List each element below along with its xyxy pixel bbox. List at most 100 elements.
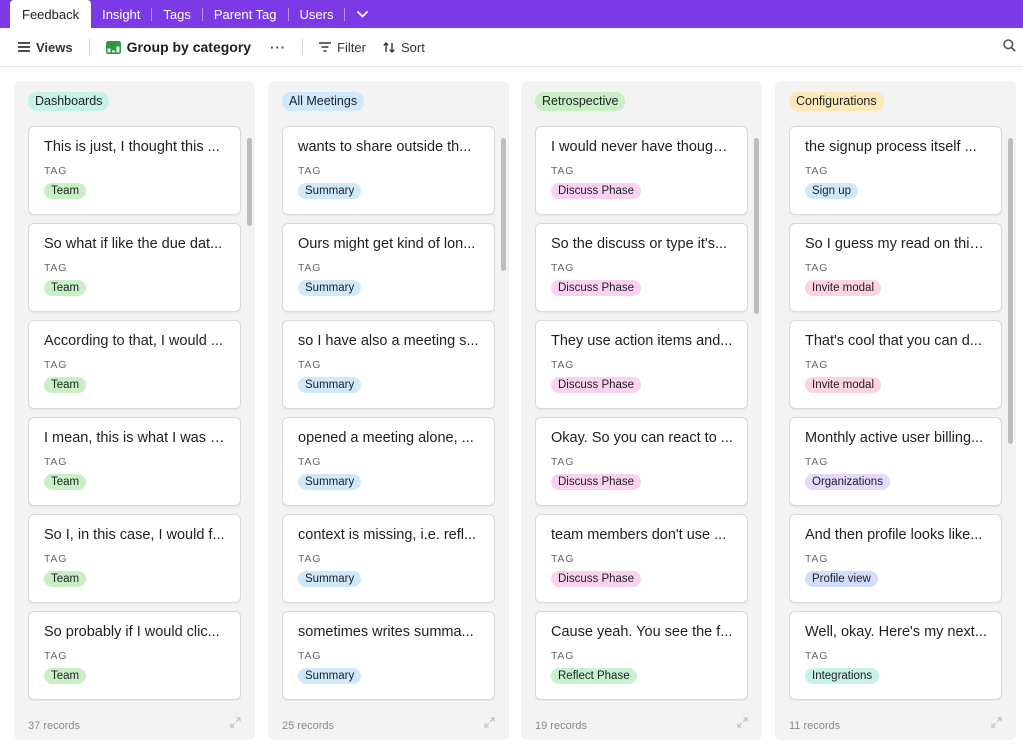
- card-title: Well, okay. Here's my next...: [805, 624, 987, 640]
- column-configurations: Configurations the signup process itself …: [775, 81, 1016, 740]
- view-options-button[interactable]: ···: [270, 40, 286, 55]
- record-card[interactable]: I mean, this is what I was t... TAG Team: [28, 417, 241, 506]
- views-label: Views: [36, 39, 73, 55]
- tag-field: Reflect Phase: [551, 666, 733, 684]
- expand-column-icon[interactable]: [484, 717, 495, 728]
- tag-pill: Profile view: [805, 571, 878, 587]
- column-header[interactable]: Configurations: [789, 92, 884, 111]
- card-list[interactable]: the signup process itself ... TAG Sign up S…: [789, 126, 1002, 701]
- record-card[interactable]: so I have also a meeting s... TAG Summary: [282, 320, 495, 409]
- tag-pill: Organizations: [805, 474, 890, 490]
- tag-pill: Integrations: [805, 668, 880, 684]
- record-card[interactable]: Monthly active user billing... TAG Organiz…: [789, 417, 1002, 506]
- card-title: So I, in this case, I would f...: [44, 527, 225, 543]
- hamburger-icon: [18, 42, 30, 52]
- record-card[interactable]: Okay. So you can react to ... TAG Discuss …: [535, 417, 748, 506]
- field-label: TAG: [298, 262, 322, 274]
- record-card[interactable]: Cause yeah. You see the f... TAG Reflect P…: [535, 611, 748, 700]
- field-label: TAG: [805, 553, 829, 565]
- record-card[interactable]: sometimes writes summa... TAG Summary: [282, 611, 495, 700]
- expand-column-icon[interactable]: [737, 717, 748, 728]
- field-label: TAG: [551, 165, 575, 177]
- card-title: So probably if I would clic...: [44, 624, 220, 640]
- record-card[interactable]: That's cool that you can d... TAG Invite m…: [789, 320, 1002, 409]
- record-card[interactable]: I would never have though... TAG Discuss P…: [535, 126, 748, 215]
- record-card[interactable]: So I guess my read on this... TAG Invite m…: [789, 223, 1002, 312]
- field-label: TAG: [298, 553, 322, 565]
- card-list[interactable]: wants to share outside th... TAG Summary Ou…: [282, 126, 495, 701]
- card-title: Ours might get kind of lon...: [298, 236, 476, 252]
- tag-field: Discuss Phase: [551, 375, 733, 393]
- record-count: 11 records: [789, 720, 841, 732]
- more-icon: ···: [270, 39, 287, 55]
- card-list[interactable]: This is just, I thought this ... TAG Team S…: [28, 126, 241, 701]
- record-card[interactable]: team members don't use ... TAG Discuss Pha…: [535, 514, 748, 603]
- card-list[interactable]: I would never have though... TAG Discuss P…: [535, 126, 748, 701]
- record-card[interactable]: And then profile looks like... TAG Profile…: [789, 514, 1002, 603]
- tab-label: Users: [299, 6, 334, 22]
- tag-pill: Discuss Phase: [551, 377, 642, 393]
- record-card[interactable]: context is missing, i.e. refl... TAG Summa…: [282, 514, 495, 603]
- column-scrollbar[interactable]: [1008, 138, 1013, 444]
- record-card[interactable]: According to that, I would ... TAG Team: [28, 320, 241, 409]
- tag-pill: Summary: [298, 377, 362, 393]
- record-card[interactable]: Ours might get kind of lon... TAG Summary: [282, 223, 495, 312]
- field-label: TAG: [805, 262, 829, 274]
- record-card[interactable]: Well, okay. Here's my next... TAG Integrat…: [789, 611, 1002, 700]
- tag-field: Organizations: [805, 472, 987, 490]
- field-label: TAG: [44, 650, 68, 662]
- card-title: So the discuss or type it's...: [551, 236, 728, 252]
- column-scrollbar[interactable]: [754, 138, 759, 314]
- tag-field: Discuss Phase: [551, 569, 733, 587]
- views-button[interactable]: Views: [18, 40, 73, 55]
- tag-field: Team: [44, 278, 226, 296]
- tag-field: Invite modal: [805, 375, 987, 393]
- tag-field: Summary: [298, 569, 480, 587]
- column-title: Dashboards: [28, 92, 110, 111]
- record-card[interactable]: So the discuss or type it's... TAG Discuss…: [535, 223, 748, 312]
- sort-button[interactable]: Sort: [383, 40, 425, 55]
- tag-pill: Summary: [298, 474, 362, 490]
- filter-label: Filter: [337, 39, 366, 55]
- column-header[interactable]: Retrospective: [535, 92, 626, 111]
- record-card[interactable]: So what if like the due dat... TAG Team: [28, 223, 241, 312]
- group-by-view-button[interactable]: Group by category: [105, 39, 251, 55]
- record-card[interactable]: the signup process itself ... TAG Sign up: [789, 126, 1002, 215]
- field-label: TAG: [551, 650, 575, 662]
- tab-feedback[interactable]: Feedback: [10, 0, 92, 28]
- record-card[interactable]: They use action items and... TAG Discuss P…: [535, 320, 748, 409]
- tab-label: Insight: [102, 6, 141, 22]
- tab-tags[interactable]: Tags: [152, 0, 201, 28]
- column-retrospective: Retrospective I would never have though..…: [521, 81, 762, 740]
- record-card[interactable]: opened a meeting alone, ... TAG Summary: [282, 417, 495, 506]
- field-label: TAG: [44, 553, 68, 565]
- record-card[interactable]: wants to share outside th... TAG Summary: [282, 126, 495, 215]
- record-count: 19 records: [535, 720, 587, 732]
- column-header[interactable]: All Meetings: [282, 92, 365, 111]
- column-header[interactable]: Dashboards: [28, 92, 110, 111]
- tab-parent-tag[interactable]: Parent Tag: [203, 0, 288, 28]
- field-label: TAG: [44, 359, 68, 371]
- more-tables-button[interactable]: [345, 0, 380, 28]
- field-label: TAG: [805, 359, 829, 371]
- record-card[interactable]: So probably if I would clic... TAG Team: [28, 611, 241, 700]
- tab-users[interactable]: Users: [289, 0, 345, 28]
- expand-column-icon[interactable]: [991, 717, 1002, 728]
- tab-insight[interactable]: Insight: [91, 0, 151, 28]
- toolbar-divider: [302, 39, 304, 55]
- tag-pill: Summary: [298, 668, 362, 684]
- card-title: Cause yeah. You see the f...: [551, 624, 733, 640]
- column-scrollbar[interactable]: [501, 138, 506, 271]
- tag-field: Summary: [298, 181, 480, 199]
- filter-button[interactable]: Filter: [319, 40, 366, 55]
- column-scrollbar[interactable]: [247, 138, 252, 226]
- field-label: TAG: [551, 262, 575, 274]
- field-label: TAG: [298, 456, 322, 468]
- search-button[interactable]: [1003, 39, 1016, 55]
- record-card[interactable]: So I, in this case, I would f... TAG Team: [28, 514, 241, 603]
- record-card[interactable]: This is just, I thought this ... TAG Team: [28, 126, 241, 215]
- expand-column-icon[interactable]: [230, 717, 241, 728]
- tag-pill: Discuss Phase: [551, 474, 642, 490]
- tag-field: Summary: [298, 278, 480, 296]
- table-tab-bar: Feedback Insight Tags Parent Tag Users: [0, 0, 1023, 28]
